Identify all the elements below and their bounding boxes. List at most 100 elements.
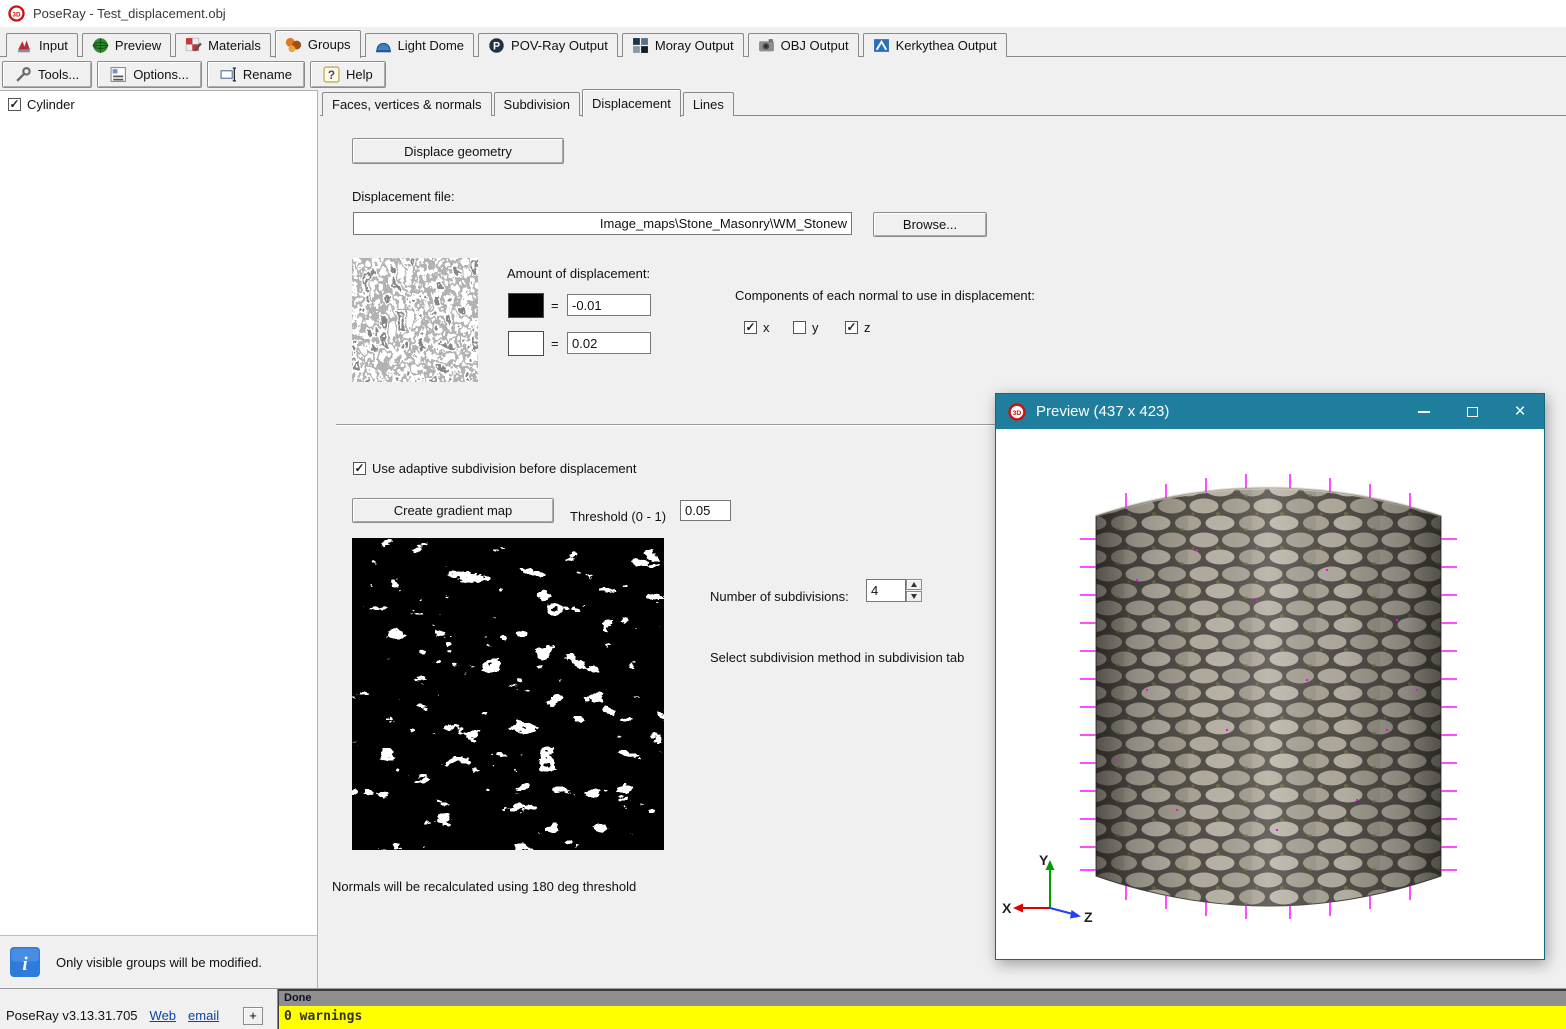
tools-icon xyxy=(15,66,32,83)
main-tab-bar: Input Preview Materials Groups Light Dom… xyxy=(0,29,1566,57)
svg-text:i: i xyxy=(22,954,28,975)
window-title: PoseRay - Test_displacement.obj xyxy=(33,6,226,21)
group-label: Cylinder xyxy=(27,97,75,112)
tab-povray-output[interactable]: P POV-Ray Output xyxy=(478,33,618,57)
options-label: Options... xyxy=(133,67,189,82)
toolbar: Tools... Options... Rename ? Help xyxy=(0,59,386,89)
rename-label: Rename xyxy=(243,67,292,82)
tab-input[interactable]: Input xyxy=(6,33,78,57)
subdivisions-label: Number of subdivisions: xyxy=(710,589,849,604)
svg-text:3D: 3D xyxy=(1013,409,1022,416)
subtab-subdivision[interactable]: Subdivision xyxy=(494,92,581,116)
equals-sign: = xyxy=(551,336,559,351)
subtab-label: Lines xyxy=(693,97,724,112)
rename-icon xyxy=(220,66,237,83)
help-label: Help xyxy=(346,67,373,82)
tab-moray-output[interactable]: Moray Output xyxy=(622,33,744,57)
adaptive-subdivision-checkbox[interactable] xyxy=(353,462,366,475)
tab-preview[interactable]: Preview xyxy=(82,33,171,57)
options-icon xyxy=(110,66,127,83)
tab-kerkythea-output[interactable]: Kerkythea Output xyxy=(863,33,1007,57)
window-titlebar[interactable]: 3D PoseRay - Test_displacement.obj xyxy=(0,0,1566,27)
preview-title: Preview (437 x 423) xyxy=(1036,403,1169,420)
subdivision-hint: Select subdivision method in subdivision… xyxy=(710,650,964,665)
poseray-logo-icon: 3D xyxy=(1008,403,1026,421)
subtab-label: Faces, vertices & normals xyxy=(332,97,482,112)
preview-viewport[interactable]: Y X Z xyxy=(996,429,1544,959)
status-done-text: Done xyxy=(284,992,312,1004)
poseray-logo-icon: 3D xyxy=(8,5,25,22)
tab-obj-output[interactable]: OBJ Output xyxy=(748,33,859,57)
tab-label: Materials xyxy=(208,38,261,53)
stepper-down-button[interactable] xyxy=(906,591,922,602)
section-divider xyxy=(336,424,1016,426)
component-z-row: z xyxy=(845,320,871,335)
displacement-file-label: Displacement file: xyxy=(352,189,455,204)
axis-y-label: Y xyxy=(1039,852,1049,868)
status-warnings: 0 warnings xyxy=(278,1006,1566,1029)
axis-z-label: Z xyxy=(1084,909,1093,925)
create-gradient-map-button[interactable]: Create gradient map xyxy=(352,498,554,523)
displacement-file-input[interactable] xyxy=(353,212,852,235)
help-button[interactable]: ? Help xyxy=(310,61,386,88)
maximize-button[interactable] xyxy=(1448,394,1496,429)
black-level-swatch[interactable] xyxy=(508,293,544,318)
email-link[interactable]: email xyxy=(188,1008,219,1023)
moray-icon xyxy=(632,37,649,54)
web-link[interactable]: Web xyxy=(150,1008,177,1023)
preview-titlebar[interactable]: 3D Preview (437 x 423) × xyxy=(996,394,1544,429)
displace-geometry-button[interactable]: Displace geometry xyxy=(352,138,564,164)
white-level-swatch[interactable] xyxy=(508,331,544,356)
stone-cylinder-render xyxy=(1096,488,1441,906)
subtab-label: Subdivision xyxy=(504,97,571,112)
light-dome-icon xyxy=(375,37,392,54)
groups-list-panel: Cylinder i Only visible groups will be m… xyxy=(0,90,318,988)
info-icon: i xyxy=(10,947,40,977)
group-sub-tab-bar: Faces, vertices & normals Subdivision Di… xyxy=(320,89,1566,116)
expand-log-button[interactable]: + xyxy=(243,1007,263,1025)
maximize-icon xyxy=(1467,407,1478,417)
component-x-checkbox[interactable] xyxy=(744,321,757,334)
tab-light-dome[interactable]: Light Dome xyxy=(365,33,474,57)
threshold-input[interactable] xyxy=(680,500,731,521)
component-x-label: x xyxy=(763,320,770,335)
tab-label: Light Dome xyxy=(398,38,464,53)
browse-button[interactable]: Browse... xyxy=(873,212,987,237)
tools-button[interactable]: Tools... xyxy=(2,61,92,88)
tab-label: OBJ Output xyxy=(781,38,849,53)
svg-text:3D: 3D xyxy=(12,11,21,18)
close-icon: × xyxy=(1514,402,1525,421)
subtab-faces-vertices-normals[interactable]: Faces, vertices & normals xyxy=(322,92,492,116)
minimize-button[interactable] xyxy=(1400,394,1448,429)
minimize-icon xyxy=(1418,411,1430,413)
subtab-label: Displacement xyxy=(592,96,671,111)
adaptive-subdivision-label: Use adaptive subdivision before displace… xyxy=(372,461,637,476)
subdivisions-stepper xyxy=(906,579,922,602)
tab-groups[interactable]: Groups xyxy=(275,30,361,58)
subdivisions-input[interactable] xyxy=(866,579,906,602)
white-displacement-input[interactable] xyxy=(567,332,651,354)
preview-icon xyxy=(92,37,109,54)
subtab-displacement[interactable]: Displacement xyxy=(582,89,681,117)
help-icon: ? xyxy=(323,66,340,83)
svg-text:P: P xyxy=(493,40,500,52)
component-y-checkbox[interactable] xyxy=(793,321,806,334)
options-button[interactable]: Options... xyxy=(97,61,202,88)
status-done: Done xyxy=(278,989,1566,1006)
rename-button[interactable]: Rename xyxy=(207,61,305,88)
tab-materials[interactable]: Materials xyxy=(175,33,271,57)
component-z-checkbox[interactable] xyxy=(845,321,858,334)
version-box: PoseRay v3.13.31.705 Web email + xyxy=(0,989,278,1029)
version-text: PoseRay v3.13.31.705 xyxy=(6,1008,138,1023)
normals-note: Normals will be recalculated using 180 d… xyxy=(332,879,636,894)
materials-icon xyxy=(185,37,202,54)
component-y-label: y xyxy=(812,320,819,335)
subtab-lines[interactable]: Lines xyxy=(683,92,734,116)
displacement-map-thumbnail xyxy=(352,258,478,382)
black-displacement-input[interactable] xyxy=(567,294,651,316)
group-visibility-checkbox[interactable] xyxy=(8,98,21,111)
group-row-cylinder[interactable]: Cylinder xyxy=(8,97,75,112)
close-button[interactable]: × xyxy=(1496,394,1544,429)
threshold-label: Threshold (0 - 1) xyxy=(570,509,666,524)
stepper-up-button[interactable] xyxy=(906,579,922,590)
